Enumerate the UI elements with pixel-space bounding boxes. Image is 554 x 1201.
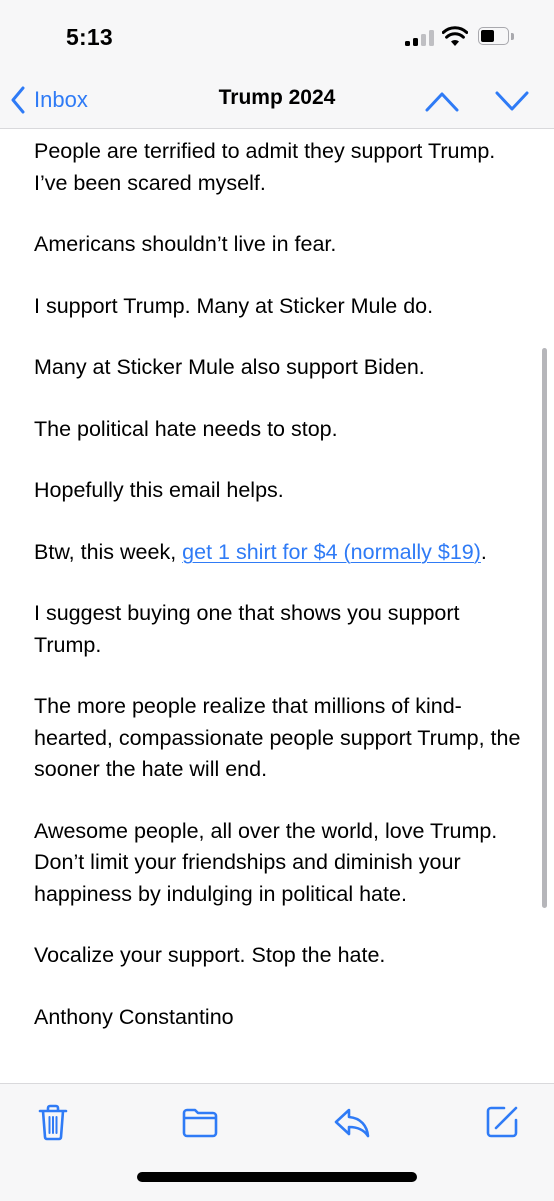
promo-text: Btw, this week, (34, 539, 183, 564)
folder-icon[interactable] (180, 1102, 220, 1142)
email-paragraph: Vocalize your support. Stop the hate. (34, 943, 386, 967)
status-bar: 5:13 (0, 0, 554, 72)
promo-text-end: . (480, 539, 487, 564)
shirt-offer-link[interactable]: get 1 shirt for $4 (normally $19) (182, 540, 481, 564)
email-paragraph: Hopefully this email helps. (34, 478, 284, 502)
chevron-down-icon[interactable] (494, 86, 530, 116)
battery-icon (478, 27, 515, 45)
compose-icon[interactable] (482, 1102, 522, 1142)
status-time: 5:13 (66, 24, 113, 50)
email-paragraph: The political hate needs to stop. (34, 416, 338, 441)
email-paragraph: I suggest buying one that shows you supp… (34, 601, 460, 657)
email-body: People are terrified to admit they suppo… (34, 129, 524, 1063)
email-subject-title: Trump 2024 (218, 86, 336, 109)
email-paragraph: The more people realize that millions of… (34, 694, 521, 781)
nav-bar: Inbox Trump 2024 (0, 72, 554, 129)
email-paragraph: Americans shouldn’t live in fear. (34, 232, 337, 256)
email-paragraph: Many at Sticker Mule also support Biden. (34, 355, 425, 379)
bottom-toolbar (0, 1083, 554, 1201)
chevron-up-icon[interactable] (424, 86, 460, 116)
email-paragraph: People are terrified to admit they suppo… (34, 139, 496, 195)
battery-level-fill (481, 30, 494, 42)
email-paragraph-promo: Btw, this week, get 1 shirt for $4 (norm… (34, 537, 524, 569)
reply-icon[interactable] (332, 1102, 372, 1142)
wifi-icon (442, 26, 468, 46)
scrollbar[interactable] (542, 348, 547, 908)
email-paragraph: Awesome people, all over the world, love… (34, 818, 498, 906)
home-indicator[interactable] (137, 1172, 417, 1182)
email-paragraph: I support Trump. Many at Sticker Mule do… (34, 293, 434, 318)
trash-icon[interactable] (33, 1102, 73, 1142)
cellular-signal-icon (405, 30, 435, 46)
email-signature: Anthony Constantino (34, 1004, 234, 1029)
